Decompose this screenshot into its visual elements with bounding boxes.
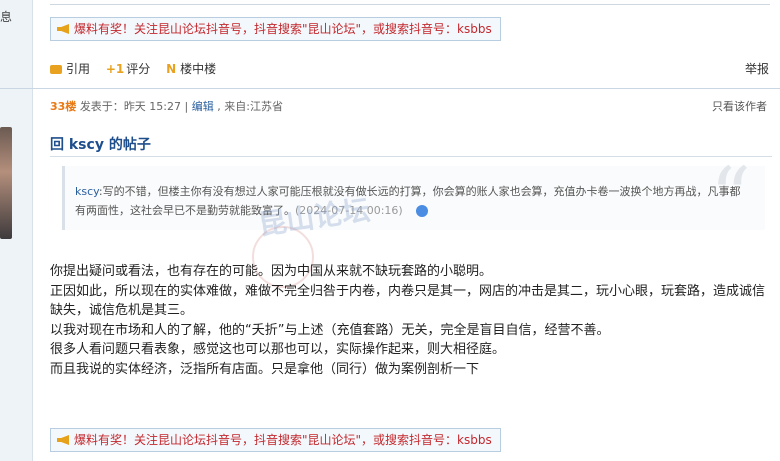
quote-content: :写的不错，但楼主你有没有想过人家可能压根就没有做长远的打算，你会算的账人家也会…	[75, 185, 741, 217]
ad-banner-top[interactable]: 爆料有奖！关注昆山论坛抖音号，抖音搜索"昆山论坛"，或搜索抖音号：ksbbs	[50, 17, 501, 41]
quote-icon	[50, 65, 62, 74]
floor-number: 33楼	[50, 100, 77, 113]
post-actions: 引用 +1 评分 N 楼中楼	[50, 60, 228, 77]
posted-prefix: 发表于：	[79, 100, 124, 113]
column-divider	[32, 0, 33, 461]
speaker-icon	[57, 435, 69, 445]
post-source: 来自:江苏省	[224, 100, 283, 113]
ad-banner-bottom[interactable]: 爆料有奖！关注昆山论坛抖音号，抖音搜索"昆山论坛"，或搜索抖音号：ksbbs	[50, 428, 501, 452]
body-paragraph: 你提出疑问或看法，也有存在的可能。因为中国从来就不缺玩套路的小聪明。	[50, 264, 493, 279]
post-meta: 33楼 发表于：昨天 15:27 | 编辑 , 来自:江苏省	[50, 100, 283, 113]
in-floor-label: 楼中楼	[180, 62, 217, 76]
rate-label: 评分	[126, 62, 151, 76]
report-button[interactable]: 举报	[745, 60, 769, 77]
quote-text: kscy:写的不错，但楼主你有没有想过人家可能压根就没有做长远的打算，你会算的账…	[75, 182, 745, 220]
sidebar-info-text: 息	[0, 10, 13, 24]
meta-separator: |	[184, 100, 189, 113]
body-paragraph: 以我对现在市场和人的了解，他的“夭折”与上述（充值套路）无关，完全是盲目自信，经…	[50, 322, 610, 338]
edit-link[interactable]: 编辑	[192, 100, 214, 113]
ad-banner-text: 爆料有奖！关注昆山论坛抖音号，抖音搜索"昆山论坛"，或搜索抖音号：ksbbs	[74, 22, 492, 36]
speaker-icon	[57, 24, 69, 34]
quote-button[interactable]: 引用	[50, 60, 90, 77]
jump-to-quote-icon[interactable]	[416, 205, 428, 217]
floor-icon: N	[166, 62, 177, 76]
quote-author[interactable]: kscy	[75, 185, 99, 198]
posted-time: 昨天 15:27	[123, 100, 182, 113]
plus-one-icon: +1	[105, 62, 125, 76]
body-paragraph: 而且我说的实体经济，泛指所有店面。只是拿他（同行）做为案例剖析一下	[50, 361, 480, 377]
body-paragraph: 正因如此，所以现在的实体难做，难做不完全归咎于内卷，内卷只是其一，网店的冲击是其…	[50, 283, 766, 319]
post-body: 你提出疑问或看法，也有存在的可能。因为中国从来就不缺玩套路的小聪明。 正因如此，…	[50, 262, 774, 379]
ad-banner-text: 爆料有奖！关注昆山论坛抖音号，抖音搜索"昆山论坛"，或搜索抖音号：ksbbs	[74, 433, 492, 447]
post-separator	[0, 88, 780, 89]
top-divider	[50, 4, 770, 5]
only-author-link[interactable]: 只看该作者	[712, 98, 767, 114]
in-floor-button[interactable]: N 楼中楼	[166, 60, 216, 77]
rate-button[interactable]: +1 评分	[106, 60, 150, 77]
post-title: 回 kscy 的帖子	[50, 137, 151, 153]
body-paragraph: 很多人看问题只看表象，感觉这也可以那也可以，实际操作起来，则大相径庭。	[50, 342, 506, 357]
title-divider	[50, 156, 772, 157]
quote-label: 引用	[66, 62, 91, 76]
avatar[interactable]	[0, 127, 12, 239]
